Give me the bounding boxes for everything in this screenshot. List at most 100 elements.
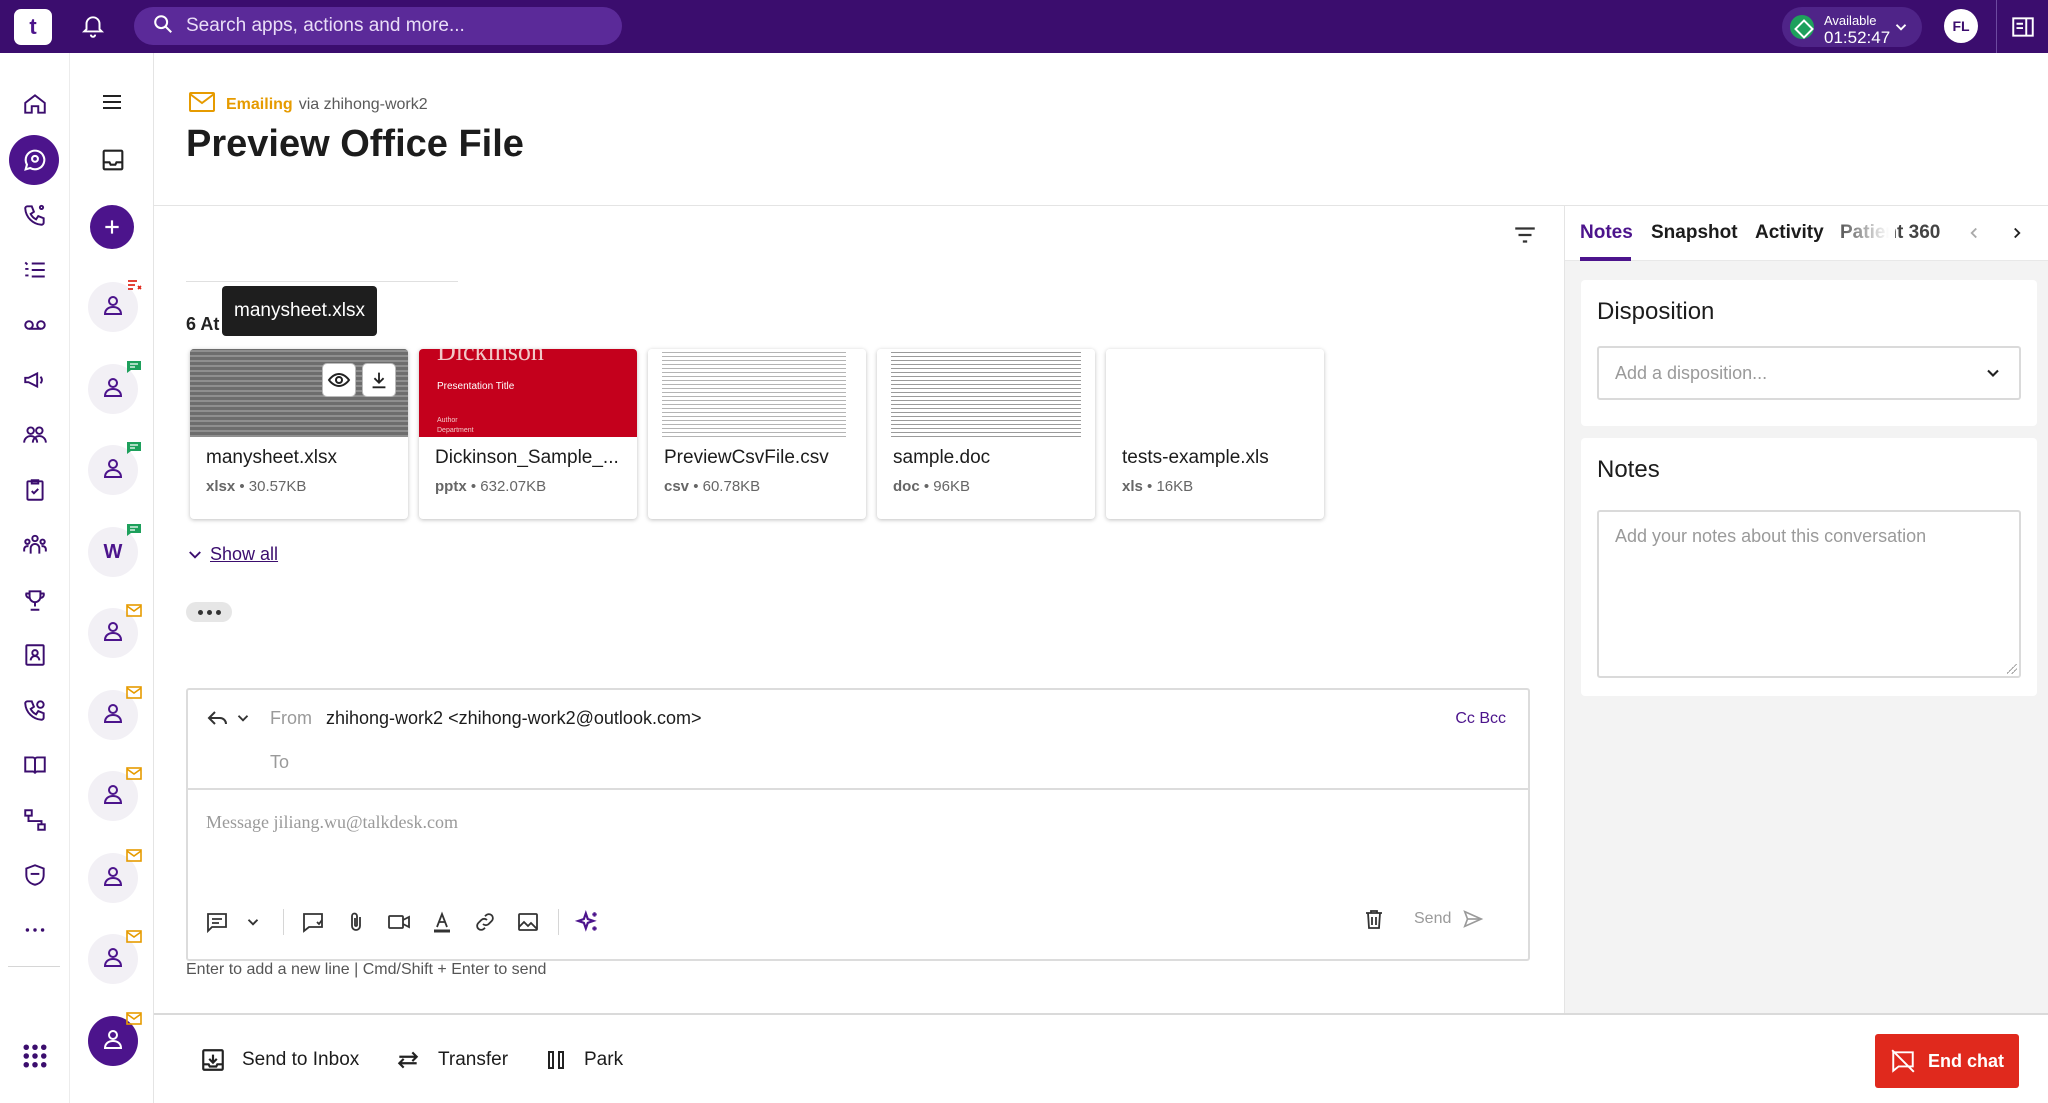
attachment-card[interactable]: tests-example.xls xls • 16KB <box>1106 349 1324 519</box>
video-icon[interactable] <box>382 905 416 939</box>
notes-textarea[interactable]: Add your notes about this conversation <box>1597 510 2021 678</box>
reply-mode-dropdown[interactable] <box>206 706 252 730</box>
preview-eye-icon[interactable] <box>322 363 356 397</box>
menu-icon[interactable] <box>98 90 126 119</box>
inbox-download-icon <box>202 1049 224 1071</box>
send-button[interactable]: Send <box>1414 908 1485 930</box>
image-icon[interactable] <box>511 905 545 939</box>
chat-badge-icon <box>126 523 142 537</box>
shield-icon[interactable] <box>19 859 51 891</box>
directory-icon[interactable] <box>19 639 51 671</box>
user-avatar[interactable]: FL <box>1944 9 1978 43</box>
voicemail-icon[interactable] <box>19 309 51 341</box>
transfer-button[interactable]: Transfer <box>394 1047 508 1073</box>
ai-assist-icon[interactable] <box>571 905 605 939</box>
campaigns-icon[interactable] <box>19 364 51 396</box>
talkdesk-logo[interactable]: t <box>14 9 52 45</box>
chevron-left-icon[interactable] <box>1965 223 1983 248</box>
composer-toolbar <box>200 904 614 940</box>
tab-snapshot[interactable]: Snapshot <box>1651 222 1738 244</box>
chevron-right-icon[interactable] <box>2008 223 2026 248</box>
attachment-card[interactable]: PreviewCsvFile.csv csv • 60.78KB <box>648 349 866 519</box>
workflow-icon[interactable] <box>19 804 51 836</box>
knowledge-icon[interactable] <box>19 749 51 781</box>
attachment-name: Dickinson_Sample_... <box>435 447 619 468</box>
conversation-list: W <box>70 53 154 1103</box>
cc-bcc-button[interactable]: Cc Bcc <box>1455 710 1506 728</box>
conversation-list-item[interactable]: W <box>88 524 141 577</box>
apps-grid-icon[interactable] <box>19 1040 51 1072</box>
attachment-card[interactable]: manysheet.xlsx xlsx • 30.57KB <box>190 349 408 519</box>
attachment-name: sample.doc <box>893 447 991 468</box>
attachment-thumbnail <box>190 349 408 437</box>
send-hint: Enter to add a new line | Cmd/Shift + En… <box>186 961 547 978</box>
side-panel-toggle-icon[interactable] <box>2010 14 2036 45</box>
conversations-icon[interactable] <box>19 144 51 176</box>
chevron-down-icon <box>1987 369 1999 377</box>
attachment-meta: xlsx • 30.57KB <box>206 478 307 495</box>
end-chat-button[interactable]: End chat <box>1875 1034 2019 1088</box>
conversation-list-item[interactable] <box>88 361 141 414</box>
conversation-thread: 6 At manysheet.xlsx manysheet.xlsx xlsx … <box>154 206 1564 1013</box>
park-button[interactable]: Park <box>544 1047 623 1073</box>
queue-icon[interactable] <box>19 254 51 286</box>
callback-icon[interactable] <box>19 694 51 726</box>
disposition-select[interactable]: Add a disposition... <box>1597 346 2021 400</box>
disposition-card: Disposition Add a disposition... <box>1581 280 2037 426</box>
inbox-icon[interactable] <box>99 146 127 179</box>
conversation-list-item[interactable] <box>88 604 142 658</box>
templates-icon[interactable] <box>200 905 234 939</box>
tab-notes[interactable]: Notes <box>1580 222 1633 244</box>
expand-quoted-button[interactable] <box>186 602 232 622</box>
conversation-list-item[interactable] <box>88 280 142 332</box>
more-icon[interactable] <box>19 914 51 946</box>
discard-draft-icon[interactable] <box>1362 906 1386 937</box>
attachment-thumbnail <box>1106 349 1324 437</box>
attachment-icon[interactable] <box>339 905 373 939</box>
person-icon <box>101 701 125 730</box>
attachment-thumbnail <box>648 349 866 437</box>
message-input[interactable]: Message jiliang.wu@talkdesk.com <box>206 812 458 833</box>
attachment-card[interactable]: Dickinson Presentation Title Author Depa… <box>419 349 637 519</box>
email-icon <box>188 91 216 118</box>
attachment-card[interactable]: sample.doc doc • 96KB <box>877 349 1095 519</box>
conversation-list-item[interactable] <box>88 930 142 984</box>
tab-activity[interactable]: Activity <box>1755 222 1824 244</box>
conversation-list-item[interactable] <box>88 1012 142 1066</box>
contacts-icon[interactable] <box>19 419 51 451</box>
attachment-meta: xls • 16KB <box>1122 478 1194 495</box>
to-field[interactable]: To <box>270 752 289 773</box>
conversation-list-item[interactable] <box>88 686 142 740</box>
link-icon[interactable] <box>468 905 502 939</box>
show-all-link[interactable]: Show all <box>186 544 278 565</box>
resize-handle[interactable] <box>2007 664 2017 674</box>
global-search[interactable]: Search apps, actions and more... <box>134 7 622 45</box>
person-icon <box>101 1027 125 1056</box>
agent-status-dropdown[interactable]: Available 01:52:47 <box>1782 7 1922 47</box>
divider <box>186 281 458 282</box>
conversation-list-item[interactable] <box>88 442 141 495</box>
notifications-bell-icon[interactable] <box>80 13 106 39</box>
channel-type: Emailing <box>226 95 293 113</box>
download-icon[interactable] <box>362 363 396 397</box>
teams-icon[interactable] <box>19 529 51 561</box>
chevron-down-icon[interactable] <box>236 905 270 939</box>
filter-icon[interactable] <box>1512 222 1538 253</box>
conversation-header: Emailing via zhihong-work2 Preview Offic… <box>154 53 2048 206</box>
conversation-actions-bar: Send to Inbox Transfer Park End chat <box>154 1013 2048 1103</box>
top-bar: t Search apps, actions and more... Avail… <box>0 0 2048 53</box>
calls-icon[interactable] <box>19 199 51 231</box>
conversation-list-item[interactable] <box>88 767 142 821</box>
from-field[interactable]: zhihong-work2 <zhihong-work2@outlook.com… <box>326 708 701 729</box>
canned-response-icon[interactable] <box>296 905 330 939</box>
send-to-inbox-button[interactable]: Send to Inbox <box>200 1047 359 1073</box>
conversation-list-item[interactable] <box>88 849 142 903</box>
new-conversation-button[interactable] <box>90 205 134 249</box>
trophy-icon[interactable] <box>19 584 51 616</box>
tasks-icon[interactable] <box>19 474 51 506</box>
home-icon[interactable] <box>19 88 51 120</box>
text-color-icon[interactable] <box>425 905 459 939</box>
attachment-tooltip: manysheet.xlsx <box>222 286 377 336</box>
email-badge-icon <box>126 686 142 700</box>
chat-badge-icon <box>126 360 142 374</box>
